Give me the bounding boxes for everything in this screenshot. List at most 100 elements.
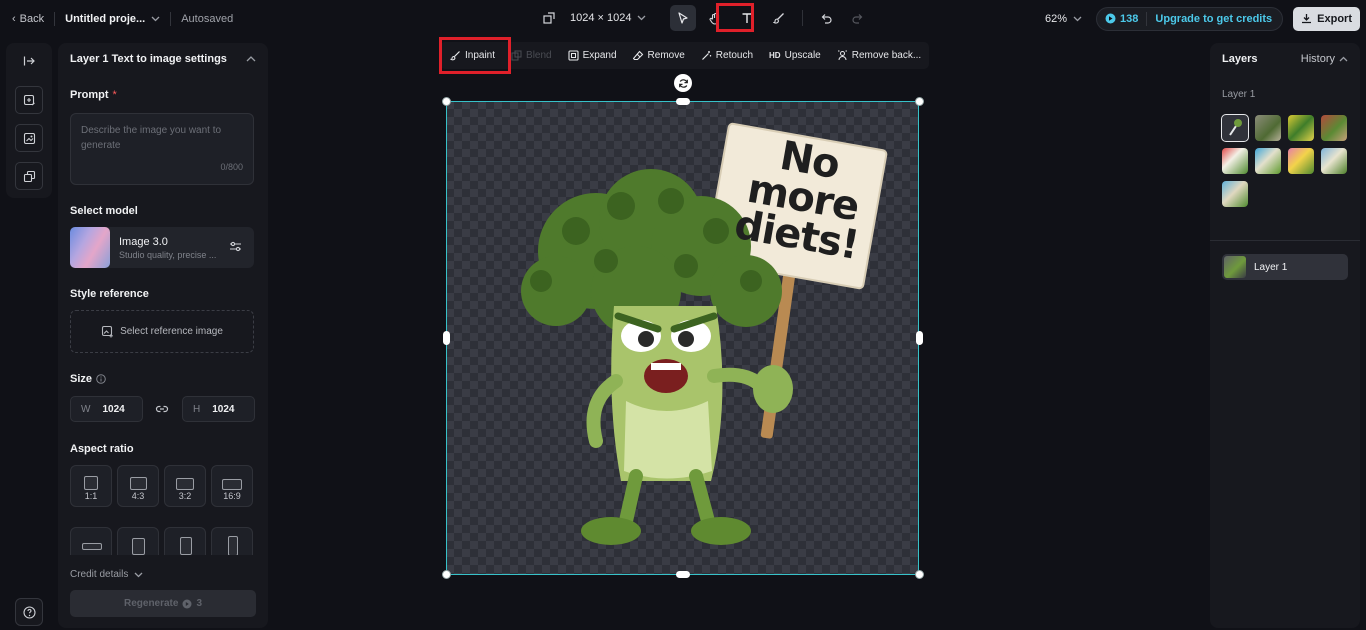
sliders-icon[interactable]: [229, 240, 242, 253]
brush-tool-button[interactable]: [766, 5, 792, 31]
help-button[interactable]: [15, 598, 43, 626]
height-input[interactable]: H 1024: [182, 396, 255, 422]
chevron-up-icon: [1339, 56, 1348, 62]
collapse-panel-button[interactable]: [15, 47, 43, 75]
selection-frame[interactable]: [446, 101, 919, 575]
download-icon: [1302, 14, 1312, 24]
stack-icon: [23, 170, 35, 182]
blend-button[interactable]: Blend: [511, 50, 552, 61]
model-selector[interactable]: Image 3.0 Studio quality, precise ...: [70, 227, 254, 268]
thumbnail-item[interactable]: [1321, 115, 1347, 141]
chevron-down-icon: [134, 572, 143, 577]
upgrade-link[interactable]: Upgrade to get credits: [1155, 13, 1272, 25]
resize-handle-top[interactable]: [676, 98, 690, 105]
layers-panel: Layers History Layer 1 Layer 1: [1210, 43, 1360, 628]
expand-icon: [568, 50, 579, 61]
aspect-ratio-4-3[interactable]: 4:3: [117, 465, 159, 507]
zoom-dropdown[interactable]: 62%: [1045, 13, 1082, 25]
prompt-char-count: 0/800: [220, 162, 243, 172]
blend-label: Blend: [526, 50, 552, 61]
retouch-button[interactable]: Retouch: [701, 50, 753, 61]
generation-settings-panel: Layer 1 Text to image settings Prompt * …: [58, 43, 268, 628]
canvas-size-dropdown[interactable]: 1024 × 1024: [570, 12, 646, 24]
width-input[interactable]: W 1024: [70, 396, 143, 422]
layer-row[interactable]: Layer 1: [1222, 254, 1348, 280]
upscale-button[interactable]: HD Upscale: [769, 50, 821, 61]
text-to-image-tool[interactable]: [15, 86, 43, 114]
remove-label: Remove: [647, 50, 685, 61]
aspect-shape: [130, 477, 147, 490]
divider: [54, 11, 56, 26]
remove-background-button[interactable]: Remove back...: [837, 50, 921, 61]
aspect-ratio-16-9[interactable]: 16:9: [211, 465, 253, 507]
width-key: W: [81, 403, 91, 415]
redo-button[interactable]: [845, 5, 871, 31]
style-reference-label: Style reference: [70, 288, 149, 300]
layer-thumbnail: [1224, 256, 1246, 278]
size-label: Size: [70, 373, 106, 385]
thumbnail-item[interactable]: [1288, 148, 1314, 174]
project-name-dropdown[interactable]: Untitled proje...: [65, 13, 160, 25]
thumbnail-item[interactable]: [1321, 148, 1347, 174]
export-label: Export: [1317, 12, 1352, 25]
prompt-label-text: Prompt: [70, 89, 109, 101]
layer-name: Layer 1: [1254, 261, 1288, 273]
divider: [802, 10, 804, 26]
resize-handle-bottom-left[interactable]: [442, 570, 451, 579]
undo-button[interactable]: [813, 5, 839, 31]
remove-button[interactable]: Remove: [632, 50, 685, 61]
select-reference-image-button[interactable]: Select reference image: [70, 310, 254, 353]
regenerate-button[interactable]: Regenerate 3: [70, 590, 256, 617]
layer-group-label: Layer 1: [1222, 89, 1256, 100]
rotate-handle[interactable]: [674, 74, 692, 92]
chevron-left-icon: ‹: [12, 12, 16, 25]
aspect-shape: [82, 543, 102, 550]
thumbnail-item[interactable]: [1255, 115, 1281, 141]
resize-handle-top-right[interactable]: [915, 97, 924, 106]
credits-pill[interactable]: 138 Upgrade to get credits: [1096, 6, 1284, 31]
expand-button[interactable]: Expand: [568, 50, 617, 61]
thumbnail-item[interactable]: [1288, 115, 1314, 141]
project-name: Untitled proje...: [65, 12, 146, 25]
info-icon[interactable]: [96, 374, 106, 384]
resize-handle-right[interactable]: [916, 331, 923, 345]
credit-coin-icon: [1105, 13, 1116, 24]
aspect-shape: [180, 537, 192, 555]
aspect-ratio-1-1[interactable]: 1:1: [70, 465, 112, 507]
credit-details-toggle[interactable]: Credit details: [70, 569, 143, 580]
export-button[interactable]: Export: [1293, 6, 1360, 31]
history-toggle[interactable]: History: [1301, 53, 1348, 65]
prompt-label: Prompt *: [70, 89, 117, 101]
height-value: 1024: [212, 403, 235, 415]
image-to-image-tool[interactable]: [15, 124, 43, 152]
thumbnail-item[interactable]: [1255, 148, 1281, 174]
back-label: Back: [19, 12, 45, 25]
resize-canvas-button[interactable]: [536, 5, 562, 31]
undo-icon: [822, 14, 833, 24]
layers-tool[interactable]: [15, 162, 43, 190]
image-edit-toolbar: Inpaint Blend Expand Remove Retouch HD U…: [440, 42, 930, 69]
credit-details-label: Credit details: [70, 569, 129, 580]
brush-icon: [773, 13, 785, 24]
left-tool-rail: [6, 43, 52, 198]
highlight-box: [439, 37, 511, 74]
resize-handle-top-left[interactable]: [442, 97, 451, 106]
back-button[interactable]: ‹ Back: [12, 13, 44, 25]
prompt-input[interactable]: Describe the image you want to generate …: [70, 113, 254, 185]
history-label: History: [1300, 53, 1335, 65]
resize-handle-bottom-right[interactable]: [915, 570, 924, 579]
resize-handle-bottom[interactable]: [676, 571, 690, 578]
divider: [1210, 240, 1360, 241]
aspect-ratio-3-2[interactable]: 3:2: [164, 465, 206, 507]
thumbnail-item[interactable]: [1222, 181, 1248, 207]
thumbnail-item[interactable]: [1222, 148, 1248, 174]
thumbnail-item[interactable]: [1221, 114, 1249, 142]
select-tool-button[interactable]: [670, 5, 697, 31]
generation-thumbnails: [1221, 114, 1350, 207]
model-name: Image 3.0: [119, 236, 168, 248]
question-icon: [22, 605, 36, 619]
chevron-up-icon[interactable]: [246, 56, 256, 62]
chevron-down-icon: [1073, 16, 1082, 21]
resize-handle-left[interactable]: [443, 331, 450, 345]
link-icon[interactable]: [155, 403, 169, 415]
